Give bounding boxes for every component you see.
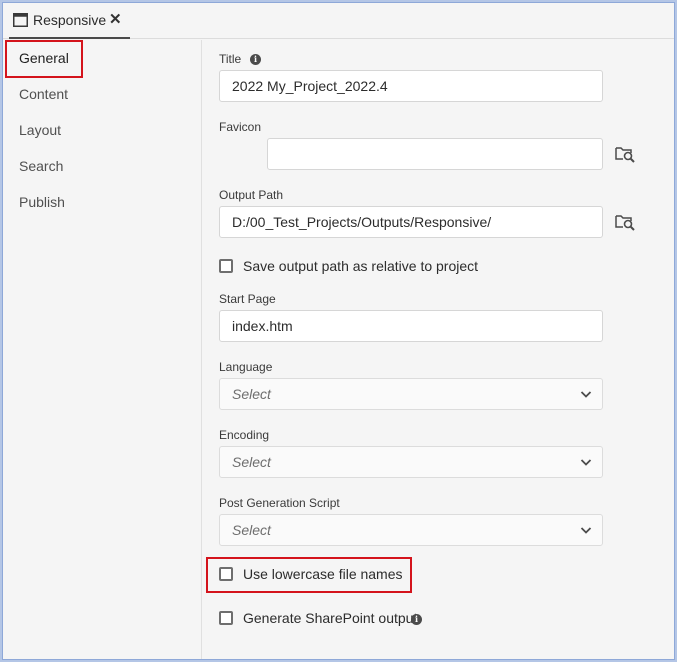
lowercase-checkbox-row[interactable]: Use lowercase file names [219, 566, 403, 584]
output-path-input[interactable]: D:/00_Test_Projects/Outputs/Responsive/ [219, 206, 603, 238]
folder-search-icon[interactable] [615, 145, 635, 163]
encoding-label: Encoding [219, 428, 270, 442]
title-label: Title [219, 52, 242, 66]
favicon-input[interactable] [267, 138, 603, 170]
general-settings-panel: Title i 2022 My_Project_2022.4 Favicon O… [203, 40, 674, 659]
title-input[interactable]: 2022 My_Project_2022.4 [219, 70, 603, 102]
language-label: Language [219, 360, 273, 374]
folder-search-icon[interactable] [615, 213, 635, 231]
post-script-select[interactable]: Select [219, 514, 603, 546]
responsive-settings-window: Responsive ✕ General Content Layout Sear… [2, 2, 675, 660]
tab-responsive[interactable]: Responsive ✕ [9, 3, 130, 39]
tab-label: Responsive [33, 12, 107, 28]
chevron-down-icon [580, 459, 592, 466]
sidebar-item-layout[interactable]: Layout [19, 122, 61, 138]
chevron-down-icon [580, 391, 592, 398]
post-script-label: Post Generation Script [219, 496, 340, 510]
lowercase-checkbox[interactable] [219, 567, 233, 581]
start-page-input[interactable]: index.htm [219, 310, 603, 342]
favicon-label: Favicon [219, 120, 262, 134]
encoding-select-value: Select [232, 454, 271, 470]
sidebar-item-content[interactable]: Content [19, 86, 68, 102]
encoding-select[interactable]: Select [219, 446, 603, 478]
output-path-label: Output Path [219, 188, 284, 202]
post-script-select-value: Select [232, 522, 271, 538]
sidebar: General Content Layout Search Publish [3, 40, 202, 659]
info-icon[interactable]: i [250, 54, 261, 65]
sidebar-item-publish[interactable]: Publish [19, 194, 65, 210]
relative-path-checkbox[interactable] [219, 259, 233, 273]
close-icon[interactable]: ✕ [109, 10, 122, 28]
language-select[interactable]: Select [219, 378, 603, 410]
sharepoint-checkbox-row[interactable]: Generate SharePoint output [219, 610, 417, 628]
tab-bar: Responsive ✕ [3, 3, 674, 39]
info-icon[interactable]: i [411, 614, 422, 625]
sidebar-item-general[interactable]: General [19, 50, 69, 66]
language-select-value: Select [232, 386, 271, 402]
sharepoint-checkbox[interactable] [219, 611, 233, 625]
start-page-label: Start Page [219, 292, 276, 306]
sidebar-item-search[interactable]: Search [19, 158, 63, 174]
sharepoint-label: Generate SharePoint output [243, 610, 418, 626]
relative-path-label: Save output path as relative to project [243, 258, 479, 274]
window-icon [13, 13, 28, 27]
relative-path-checkbox-row[interactable]: Save output path as relative to project [219, 258, 519, 276]
lowercase-label: Use lowercase file names [243, 566, 403, 582]
chevron-down-icon [580, 527, 592, 534]
